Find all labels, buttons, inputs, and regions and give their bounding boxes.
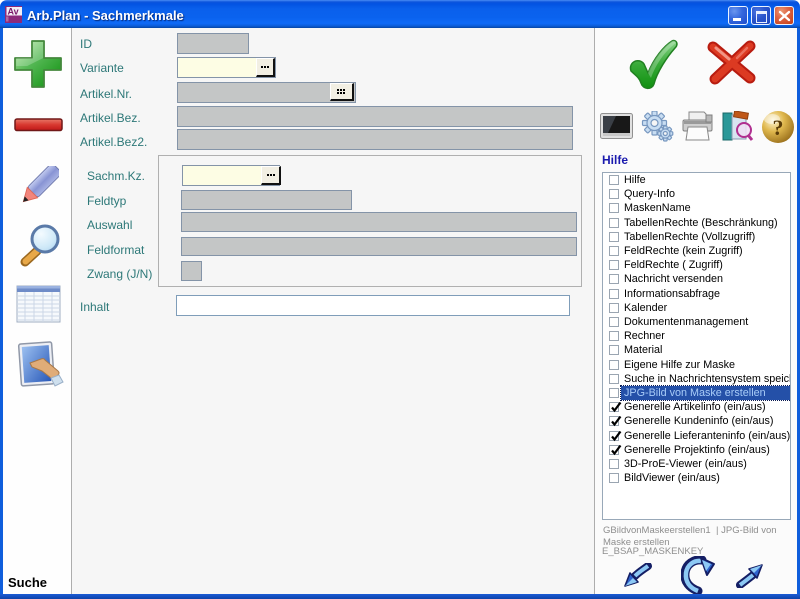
svg-text:Av: Av [8, 7, 19, 17]
svg-text:?: ? [773, 115, 784, 140]
